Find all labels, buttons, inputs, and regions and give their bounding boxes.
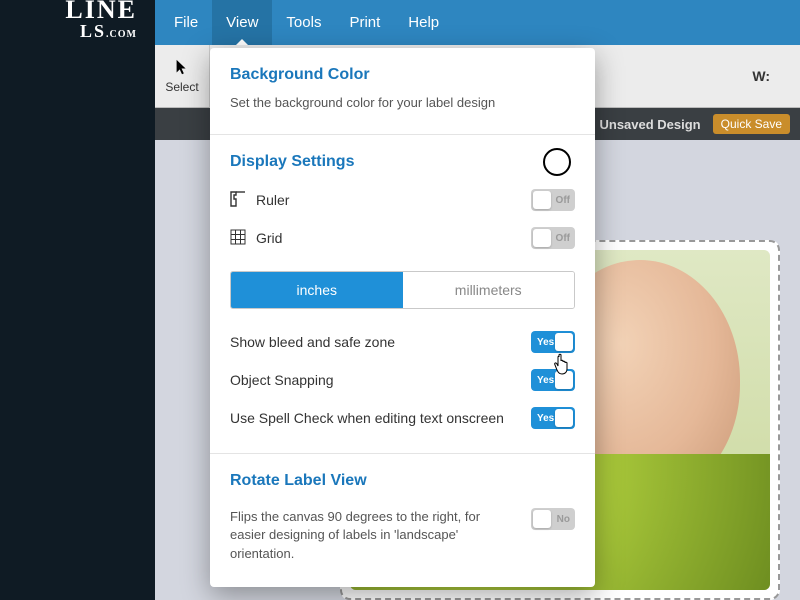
snapping-row: Object Snapping Yes [230, 361, 575, 399]
rotate-section: Rotate Label View Flips the canvas 90 de… [210, 454, 595, 587]
bleed-toggle[interactable]: Yes [531, 331, 575, 353]
background-color-swatch[interactable] [543, 148, 571, 176]
spellcheck-row: Use Spell Check when editing text onscre… [230, 399, 575, 437]
left-sidebar: LINE LS.COM [0, 0, 155, 600]
grid-label: Grid [256, 230, 282, 246]
cursor-icon [174, 59, 190, 80]
unit-tabs: inches millimeters [230, 271, 575, 309]
background-color-desc: Set the background color for your label … [230, 94, 575, 112]
background-color-title: Background Color [230, 66, 575, 84]
grid-toggle[interactable]: Off [531, 227, 575, 249]
ruler-toggle[interactable]: Off [531, 189, 575, 211]
logo-line1: LINE [0, 0, 137, 22]
rotate-desc: Flips the canvas 90 degrees to the right… [230, 508, 490, 563]
unsaved-design-label: Unsaved Design [599, 117, 700, 132]
menu-file[interactable]: File [160, 0, 212, 45]
grid-icon [230, 229, 246, 248]
unit-tab-millimeters[interactable]: millimeters [403, 272, 575, 308]
spellcheck-toggle[interactable]: Yes [531, 407, 575, 429]
menu-tools[interactable]: Tools [272, 0, 335, 45]
tool-select-label: Select [165, 80, 198, 94]
logo: LINE LS.COM [0, 0, 155, 45]
bleed-row: Show bleed and safe zone Yes [230, 323, 575, 361]
display-settings-section: Display Settings Ruler Off Grid Off inch… [210, 135, 595, 454]
ruler-label: Ruler [256, 192, 289, 208]
view-dropdown: Background Color Set the background colo… [210, 48, 595, 587]
rotate-toggle[interactable]: No [531, 508, 575, 530]
menu-print[interactable]: Print [335, 0, 394, 45]
menubar: File View Tools Print Help [155, 0, 800, 45]
menu-view[interactable]: View [212, 0, 272, 45]
snapping-label: Object Snapping [230, 372, 334, 388]
bleed-label: Show bleed and safe zone [230, 334, 395, 350]
tool-select[interactable]: Select [155, 45, 210, 108]
snapping-toggle[interactable]: Yes [531, 369, 575, 391]
quick-save-button[interactable]: Quick Save [713, 114, 790, 134]
ruler-row: Ruler Off [230, 181, 575, 219]
logo-line2: LS.COM [0, 22, 137, 44]
ruler-icon [230, 191, 246, 210]
spellcheck-label: Use Spell Check when editing text onscre… [230, 410, 504, 426]
background-color-section: Background Color Set the background colo… [210, 48, 595, 135]
display-settings-title: Display Settings [230, 153, 575, 171]
width-label: W: [752, 68, 800, 84]
menu-help[interactable]: Help [394, 0, 453, 45]
rotate-title: Rotate Label View [230, 472, 575, 490]
grid-row: Grid Off [230, 219, 575, 257]
unit-tab-inches[interactable]: inches [231, 272, 403, 308]
